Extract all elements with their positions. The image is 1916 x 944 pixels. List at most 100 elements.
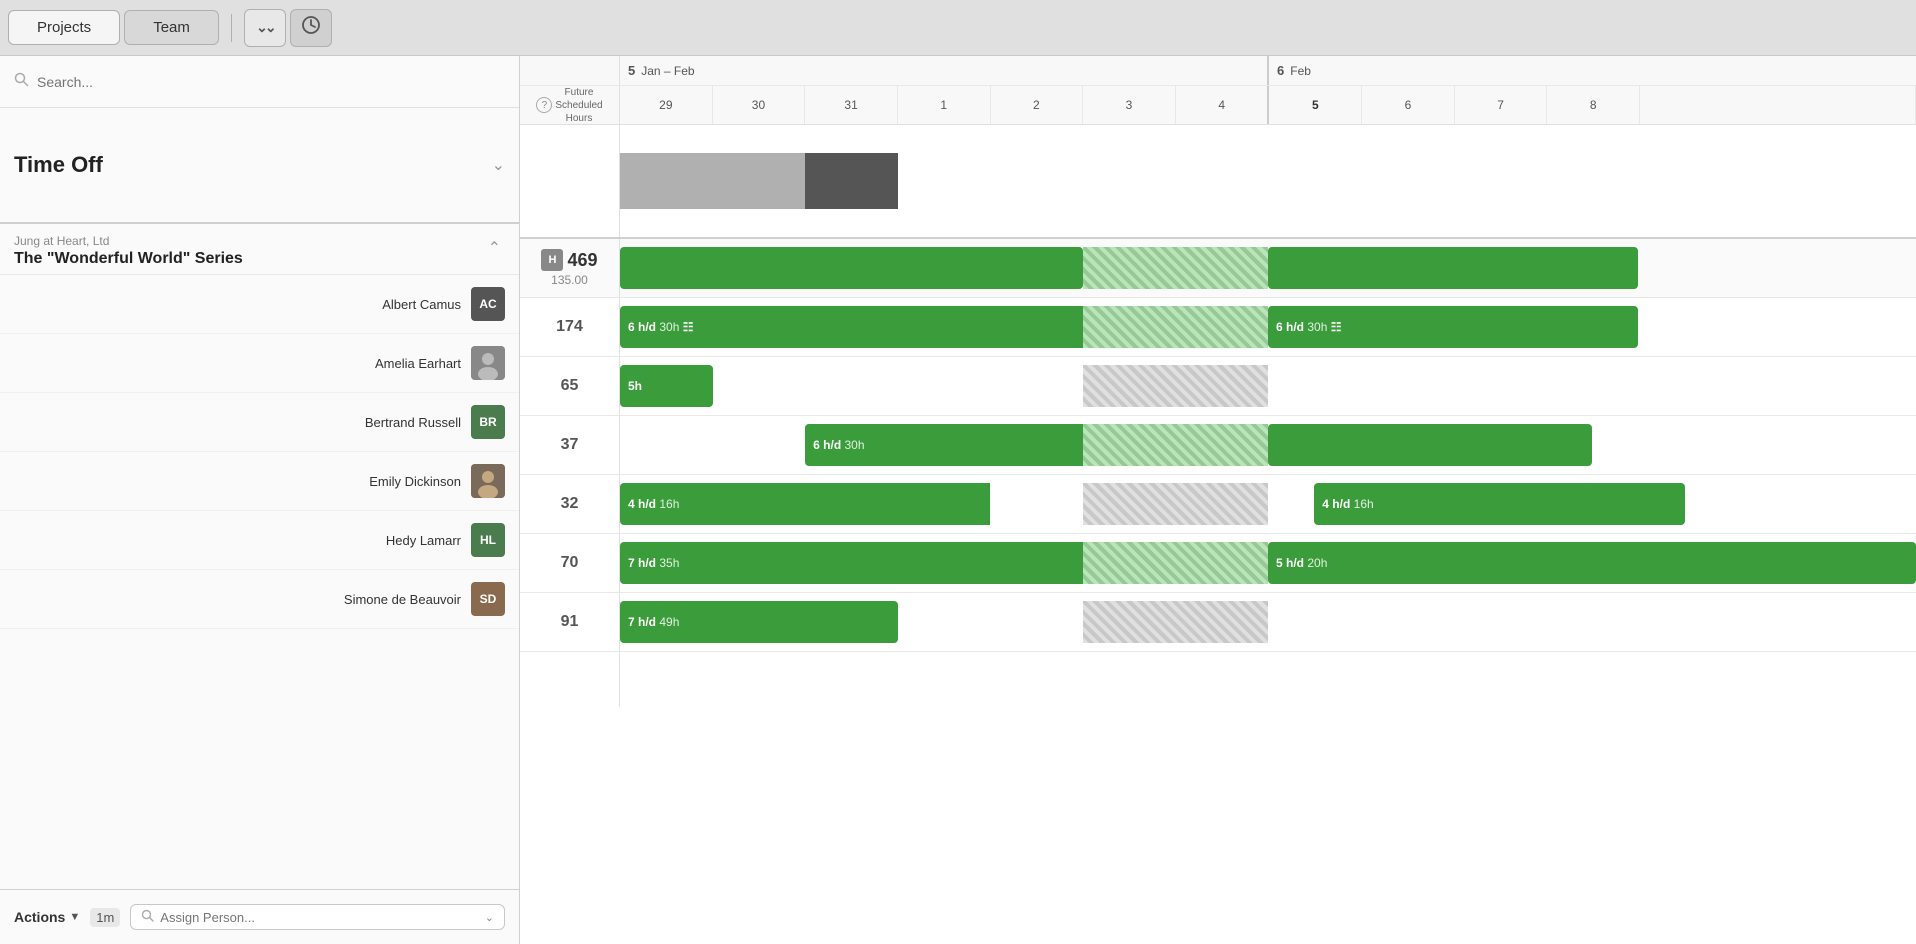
assign-chevron-icon[interactable]: ⌄ <box>485 911 494 924</box>
avatar <box>471 464 505 498</box>
project-header: Jung at Heart, Ltd The "Wonderful World"… <box>0 224 519 275</box>
time-off-hours-cell <box>520 125 620 237</box>
duration-badge: 1m <box>90 908 120 927</box>
member-row-albert: 174 6 h/d 30h ☷ 6 h/d 30h ☷ <box>520 298 1916 357</box>
time-off-gantt-cells <box>620 125 1916 237</box>
clock-icon-btn[interactable] <box>290 9 332 47</box>
actions-chevron-icon: ▼ <box>69 911 80 923</box>
day-6: 6 <box>1362 86 1455 124</box>
bertrand-bar1: 6 h/d 30h <box>805 424 1083 466</box>
project-bar-hatched <box>1083 247 1268 289</box>
albert-bar2: 6 h/d 30h ☷ <box>1268 306 1638 348</box>
day-31: 31 <box>805 86 898 124</box>
day-3: 3 <box>1083 86 1176 124</box>
project-total-hours: 469 <box>567 250 597 271</box>
bar-text: 6 h/d 30h ☷ <box>1276 320 1341 334</box>
project-bar-week2 <box>1268 247 1638 289</box>
day-5: 5 <box>1269 86 1362 124</box>
bar-text: 7 h/d 49h <box>628 615 679 629</box>
simone-bar1: 7 h/d 49h <box>620 601 898 643</box>
bar-text: 5 h/d 20h <box>1276 556 1327 570</box>
empty-hours-cell <box>520 652 620 707</box>
search-bar <box>0 56 519 108</box>
list-item: Albert Camus AC <box>0 275 519 334</box>
day-1: 1 <box>898 86 991 124</box>
clock-icon <box>301 15 321 40</box>
member-row-amelia: 65 5h <box>520 357 1916 416</box>
project-info: Jung at Heart, Ltd The "Wonderful World"… <box>14 234 243 268</box>
member-name: Bertrand Russell <box>365 415 461 430</box>
bar-text: 6 h/d 30h <box>813 438 864 452</box>
bertrand-gantt: 6 h/d 30h <box>620 416 1916 474</box>
project-name: The "Wonderful World" Series <box>14 250 243 268</box>
week6-range: Feb <box>1290 64 1311 78</box>
projects-tab[interactable]: Projects <box>8 10 120 45</box>
hedy-gantt: 7 h/d 35h 5 h/d 20h <box>620 534 1916 592</box>
list-item: Hedy Lamarr HL <box>0 511 519 570</box>
bertrand-hours: 37 <box>520 416 620 474</box>
bar-text: 4 h/d 16h <box>628 497 679 511</box>
assign-person-input[interactable] <box>160 910 478 925</box>
calendar-header: 5 Jan – Feb 6 Feb <box>520 56 1916 125</box>
project-collapse-button[interactable]: ⌃ <box>484 234 505 262</box>
empty-row <box>520 652 1916 707</box>
assign-container[interactable]: ⌄ <box>130 904 505 930</box>
bar-text: 4 h/d 16h <box>1322 497 1373 511</box>
week5-range: Jan – Feb <box>641 64 694 78</box>
project-bar-week1 <box>620 247 1083 289</box>
day-8: 8 <box>1547 86 1640 124</box>
timeoff-block-light <box>620 153 805 209</box>
future-hours-header: ? FutureScheduledHours <box>520 86 620 124</box>
member-name: Albert Camus <box>382 297 461 312</box>
actions-button[interactable]: Actions ▼ <box>14 909 80 925</box>
week5-number: 5 <box>628 63 635 78</box>
emily-bar1: 4 h/d 16h <box>620 483 990 525</box>
help-icon[interactable]: ? <box>536 97 552 113</box>
project-header-row: Jung at Heart, Ltd The "Wonderful World"… <box>14 234 505 268</box>
hours-spacer <box>520 56 620 85</box>
list-item: Emily Dickinson <box>0 452 519 511</box>
member-row-hedy: 70 7 h/d 35h 5 h/d 20h <box>520 534 1916 593</box>
list-item: Simone de Beauvoir SD <box>0 570 519 629</box>
member-name: Hedy Lamarr <box>386 533 461 548</box>
collapse-icon-btn[interactable]: ⌄⌄ <box>244 9 286 47</box>
bar-text: 5h <box>628 379 642 393</box>
simone-hatched <box>1083 601 1268 643</box>
week5-label-row: 5 Jan – Feb <box>620 56 1267 85</box>
avatar <box>471 346 505 380</box>
avatar: BR <box>471 405 505 439</box>
hedy-bar1: 7 h/d 35h <box>620 542 1083 584</box>
project-hours-cell: H 469 135.00 <box>520 239 620 297</box>
time-off-chevron-icon[interactable]: ⌄ <box>492 155 505 175</box>
week6-number: 6 <box>1277 63 1284 78</box>
day-4: 4 <box>1176 86 1270 124</box>
albert-bar1-hatched <box>1083 306 1268 348</box>
project-h-badge: H <box>541 249 563 271</box>
search-input[interactable] <box>37 74 505 90</box>
emily-gantt: 4 h/d 16h 4 h/d 16h <box>620 475 1916 533</box>
gantt-body: H 469 135.00 <box>520 125 1916 944</box>
main-content: Time Off ⌄ Jung at Heart, Ltd The "Wonde… <box>0 56 1916 944</box>
emily-hours: 32 <box>520 475 620 533</box>
member-name: Simone de Beauvoir <box>344 592 461 607</box>
actions-label: Actions <box>14 909 65 925</box>
albert-gantt: 6 h/d 30h ☷ 6 h/d 30h ☷ <box>620 298 1916 356</box>
amelia-gantt: 5h <box>620 357 1916 415</box>
time-off-header: Time Off ⌄ <box>0 108 519 222</box>
assign-search-icon <box>141 909 154 925</box>
albert-hours: 174 <box>520 298 620 356</box>
day-numbers-row: ? FutureScheduledHours 29 30 31 1 2 <box>520 86 1916 124</box>
company-name: Jung at Heart, Ltd <box>14 234 243 248</box>
week-labels-row: 5 Jan – Feb 6 Feb <box>520 56 1916 86</box>
member-row-emily: 32 4 h/d 16h 4 h/d 16h <box>520 475 1916 534</box>
list-item: Amelia Earhart <box>0 334 519 393</box>
amelia-hatched <box>1083 365 1268 407</box>
project-gantt-cells <box>620 239 1916 297</box>
project-sub-hours: 135.00 <box>551 273 588 287</box>
empty-gantt-cells <box>620 652 1916 707</box>
team-tab[interactable]: Team <box>124 10 219 45</box>
future-hours-label: FutureScheduledHours <box>555 86 602 125</box>
project-gantt-row: H 469 135.00 <box>520 239 1916 298</box>
avatar: AC <box>471 287 505 321</box>
member-name: Emily Dickinson <box>369 474 461 489</box>
